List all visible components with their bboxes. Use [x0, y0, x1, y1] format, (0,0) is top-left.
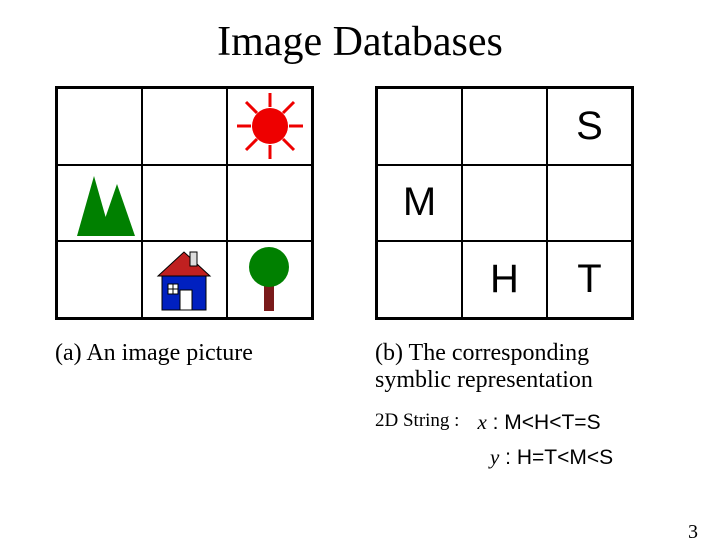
- x-expr-text: M<H<T=S: [504, 411, 600, 434]
- x-axis-letter: x: [477, 410, 486, 434]
- cell-2-0: [57, 241, 142, 318]
- cell-1-0: [57, 165, 142, 242]
- house-icon: [150, 246, 220, 314]
- content-area: (a) An image picture S M H T (b) The cor…: [0, 86, 720, 470]
- scell-1-1: [462, 165, 547, 242]
- image-grid: [55, 86, 314, 320]
- cell-0-0: [57, 88, 142, 165]
- symbol-grid: S M H T: [375, 86, 634, 320]
- string-y-row: y : H=T<M<S: [490, 445, 665, 470]
- panel-image: (a) An image picture: [55, 86, 345, 470]
- symbol-H: H: [490, 257, 519, 302]
- cell-2-2: [227, 241, 312, 318]
- cell-1-2: [227, 165, 312, 242]
- y-expr-text: H=T<M<S: [517, 446, 613, 469]
- scell-0-2: S: [547, 88, 632, 165]
- scell-2-0: [377, 241, 462, 318]
- cell-2-1: [142, 241, 227, 318]
- y-axis-letter: y: [490, 445, 499, 469]
- page-title: Image Databases: [0, 18, 720, 66]
- caption-b: (b) The corresponding symblic representa…: [375, 340, 665, 394]
- symbol-T: T: [577, 257, 601, 302]
- symbol-S: S: [576, 104, 603, 149]
- cell-1-1: [142, 165, 227, 242]
- cell-0-1: [142, 88, 227, 165]
- symbol-M: M: [403, 180, 436, 225]
- string-x-row: 2D String : x : M<H<T=S: [375, 410, 665, 435]
- scell-0-1: [462, 88, 547, 165]
- panel-symbolic: S M H T (b) The corresponding symblic re…: [375, 86, 665, 470]
- x-expression: x : M<H<T=S: [477, 410, 600, 435]
- scell-0-0: [377, 88, 462, 165]
- page-number: 3: [688, 521, 698, 544]
- scell-1-0: M: [377, 165, 462, 242]
- scell-2-1: H: [462, 241, 547, 318]
- cell-0-2: [227, 88, 312, 165]
- sun-icon: [235, 91, 305, 161]
- scell-1-2: [547, 165, 632, 242]
- scell-2-2: T: [547, 241, 632, 318]
- string-label: 2D String :: [375, 410, 459, 435]
- caption-a: (a) An image picture: [55, 340, 345, 367]
- tree-icon: [240, 245, 300, 315]
- mountain-icon: [59, 166, 141, 240]
